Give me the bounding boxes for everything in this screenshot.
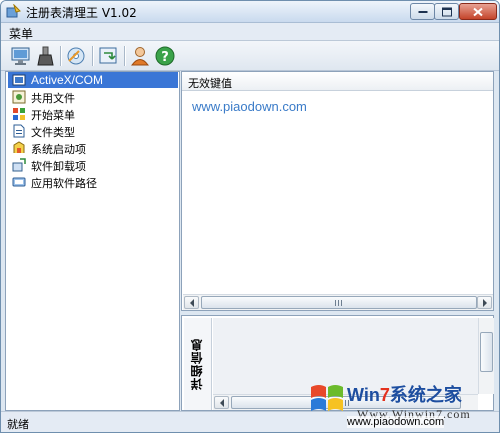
tree-item-app-paths[interactable]: 应用软件路径 — [8, 174, 178, 190]
toolbar-separator — [124, 46, 125, 66]
tree-item-uninstall[interactable]: 软件卸载项 — [8, 157, 178, 173]
tree-item-label: 应用软件路径 — [31, 177, 97, 190]
shared-files-icon — [12, 90, 26, 104]
category-tree: ActiveX/COM 共用文件 开始菜单 文件类型 系统启动项 软件卸载项 应… — [5, 71, 180, 411]
close-icon — [473, 7, 483, 16]
scroll-left-button[interactable] — [214, 396, 229, 409]
svg-text:?: ? — [161, 50, 169, 65]
watermark-brand: Win7系统之家 — [347, 385, 462, 405]
app-path-icon — [12, 177, 26, 187]
arrow-right-icon — [483, 299, 487, 307]
scroll-left-button[interactable] — [184, 296, 199, 309]
arrow-left-icon — [220, 399, 224, 407]
watermark-url: www.piaodown.com — [347, 416, 445, 428]
scan-computer-icon — [11, 47, 30, 65]
arrow-left-icon — [190, 299, 194, 307]
status-text: 就绪 — [7, 418, 29, 431]
grip-icon — [335, 300, 343, 306]
user-button[interactable] — [129, 45, 151, 67]
menu-item-main[interactable]: 菜单 — [9, 25, 33, 42]
tree-item-file-types[interactable]: 文件类型 — [8, 123, 178, 139]
title-bar[interactable]: 注册表清理王 V1.02 — [1, 1, 499, 23]
column-header-invalid-keys[interactable]: 无效键值 — [182, 72, 493, 91]
minimize-icon — [418, 10, 427, 13]
tree-item-label: 共用文件 — [31, 92, 75, 105]
user-icon — [131, 47, 149, 66]
windows-logo-icon — [311, 385, 343, 411]
tree-item-activex[interactable]: ActiveX/COM — [8, 72, 178, 88]
tree-item-label: 系统启动项 — [31, 143, 86, 156]
help-icon: ? — [155, 46, 175, 66]
start-menu-icon — [13, 108, 25, 120]
tree-item-startup[interactable]: 系统启动项 — [8, 140, 178, 156]
column-header-label: 无效键值 — [188, 77, 232, 90]
window-title: 注册表清理王 V1.02 — [26, 6, 137, 20]
backup-button[interactable] — [65, 45, 87, 67]
activex-icon — [12, 74, 26, 86]
help-button[interactable]: ? — [154, 45, 176, 67]
tree-item-label: ActiveX/COM — [31, 73, 104, 87]
result-row[interactable]: www.piaodown.com — [192, 99, 307, 114]
scan-button[interactable] — [10, 45, 32, 67]
scroll-right-button[interactable] — [477, 296, 492, 309]
tree-item-shared-files[interactable]: 共用文件 — [8, 89, 178, 105]
clean-button[interactable] — [35, 45, 57, 67]
app-window: 注册表清理王 V1.02 菜单 ? ActiveX/COM 共用文件 开始菜单 … — [0, 0, 500, 433]
registry-cleaner-icon — [6, 4, 21, 18]
watermark: Win7系统之家 Www.Winwin7.com www.piaodown.co… — [299, 369, 497, 431]
maximize-button[interactable] — [434, 3, 459, 20]
backup-disk-icon — [67, 47, 85, 65]
results-list: 无效键值 www.piaodown.com — [181, 71, 494, 311]
file-type-icon — [13, 124, 25, 138]
results-horizontal-scrollbar[interactable] — [183, 294, 493, 310]
scroll-thumb[interactable] — [480, 332, 493, 372]
close-button[interactable] — [459, 3, 497, 20]
tree-item-label: 软件卸载项 — [31, 160, 86, 173]
minimize-button[interactable] — [410, 3, 435, 20]
restore-icon — [99, 47, 117, 64]
details-tab[interactable]: 详细信息 — [184, 318, 212, 410]
uninstall-icon — [12, 158, 26, 172]
toolbar-separator — [92, 46, 93, 66]
menu-bar: 菜单 — [1, 23, 499, 41]
toolbar-separator — [60, 46, 61, 66]
tree-item-label: 文件类型 — [31, 126, 75, 139]
restore-button[interactable] — [97, 45, 119, 67]
toolbar: ? — [1, 41, 499, 71]
details-tab-label: 详细信息 — [190, 338, 204, 390]
maximize-icon — [441, 7, 452, 16]
tree-item-start-menu[interactable]: 开始菜单 — [8, 106, 178, 122]
startup-icon — [13, 141, 25, 153]
brush-clean-icon — [37, 46, 54, 66]
scroll-thumb[interactable] — [201, 296, 477, 309]
tree-item-label: 开始菜单 — [31, 109, 75, 122]
